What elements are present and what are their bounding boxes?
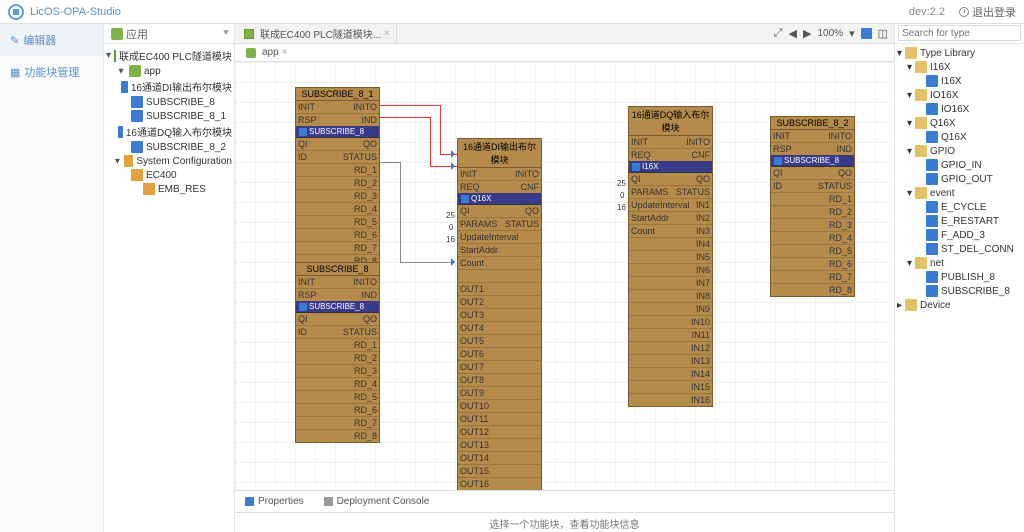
tree-collapse-icon[interactable]: ⯆ bbox=[222, 28, 230, 39]
rt-device[interactable]: ▸Device bbox=[897, 298, 1022, 312]
fb-title: SUBSCRIBE_8 bbox=[296, 263, 379, 276]
fb-i16x[interactable]: 16通道DQ输入布尔模块 INITINITO REQCNF I16X QIQO … bbox=[628, 106, 713, 407]
rt-i16x[interactable]: I16X bbox=[897, 74, 1022, 88]
rt-typelib[interactable]: ▾Type Library bbox=[897, 46, 1022, 60]
tree-row-root[interactable]: ▾联成EC400 PLC隧道模块组态 bbox=[106, 47, 232, 64]
rt-publish8[interactable]: PUBLISH_8 bbox=[897, 270, 1022, 284]
deploy-icon bbox=[324, 497, 333, 506]
tree-row-item-0[interactable]: 16通道DI输出布尔模块 bbox=[106, 78, 232, 95]
q16x-upd-value: 25 bbox=[446, 211, 455, 220]
rt-i16x-folder[interactable]: ▾I16X bbox=[897, 60, 1022, 74]
app-logo-icon bbox=[8, 4, 24, 20]
tree-header-label: 应用 bbox=[126, 26, 148, 42]
tree-row-sysconf[interactable]: ▾System Configuration bbox=[106, 154, 232, 168]
sub-tab-app[interactable]: app× bbox=[237, 46, 294, 59]
q16x-count-value: 16 bbox=[446, 235, 455, 244]
save-icon[interactable] bbox=[861, 28, 872, 39]
logout-icon bbox=[959, 7, 969, 17]
next-icon[interactable]: ▶ bbox=[803, 27, 811, 40]
nav-editor[interactable]: ✎编辑器 bbox=[0, 24, 103, 56]
rt-q16x-folder[interactable]: ▾Q16X bbox=[897, 116, 1022, 130]
logout-button[interactable]: 退出登录 bbox=[959, 4, 1016, 20]
zoom-label[interactable]: 100% bbox=[817, 28, 843, 39]
top-bar: LicOS-OPA-Studio dev:2.2 退出登录 bbox=[0, 0, 1024, 24]
expand-out-icon[interactable]: ⤢ bbox=[774, 27, 783, 40]
zoom-dropdown-icon[interactable]: ▾ bbox=[849, 27, 855, 40]
nav-fb-manage[interactable]: ▦功能块管理 bbox=[0, 56, 103, 88]
type-search-wrap bbox=[895, 24, 1024, 44]
tree-row-item-1[interactable]: SUBSCRIBE_8 bbox=[106, 95, 232, 109]
fb-q16x[interactable]: 16通道DI输出布尔模块 INITINITO REQCNF Q16X QIQO … bbox=[457, 138, 542, 490]
fb-type: SUBSCRIBE_8 bbox=[771, 155, 854, 167]
tab-deployment[interactable]: Deployment Console bbox=[314, 493, 440, 510]
fb-title: SUBSCRIBE_8_1 bbox=[296, 88, 379, 101]
tree-row-emb[interactable]: EMB_RES bbox=[106, 182, 232, 196]
tree-row-app[interactable]: ▾app bbox=[106, 64, 232, 78]
rt-event-folder[interactable]: ▾event bbox=[897, 186, 1022, 200]
rt-gpio-folder[interactable]: ▾GPIO bbox=[897, 144, 1022, 158]
rt-erestart[interactable]: E_RESTART bbox=[897, 214, 1022, 228]
fb-subscribe-8-1[interactable]: SUBSCRIBE_8_1 INITINITO RSPIND SUBSCRIBE… bbox=[295, 87, 380, 268]
tree-row-item-3[interactable]: 16通道DQ输入布尔模块 bbox=[106, 123, 232, 140]
fb-type: SUBSCRIBE_8 bbox=[296, 126, 379, 138]
app-title: LicOS-OPA-Studio bbox=[30, 6, 121, 18]
tree-row-ec400[interactable]: EC400 bbox=[106, 168, 232, 182]
fb-type: I16X bbox=[629, 161, 712, 173]
close-icon[interactable]: × bbox=[282, 47, 288, 58]
logout-label: 退出登录 bbox=[972, 4, 1016, 20]
left-nav: ✎编辑器 ▦功能块管理 bbox=[0, 24, 104, 532]
editor-tab-project[interactable]: 联成EC400 PLC隧道模块...× bbox=[235, 24, 397, 43]
fb-title: SUBSCRIBE_8_2 bbox=[771, 117, 854, 130]
status-bar: 选择一个功能块，查看功能块信息 bbox=[235, 512, 894, 532]
rt-io16x[interactable]: IO16X bbox=[897, 102, 1022, 116]
properties-icon bbox=[245, 497, 254, 506]
q16x-start-value: 0 bbox=[449, 223, 453, 232]
editor-main: 联成EC400 PLC隧道模块...× ⤢ ◀ ▶ 100% ▾ ◫ app× … bbox=[235, 24, 894, 532]
tab-properties[interactable]: Properties bbox=[235, 493, 314, 510]
tree-header: 应用 ⯆ bbox=[104, 24, 234, 44]
diagram-canvas[interactable]: SUBSCRIBE_8_1 INITINITO RSPIND SUBSCRIBE… bbox=[235, 62, 894, 490]
rt-gpioin[interactable]: GPIO_IN bbox=[897, 158, 1022, 172]
type-library-panel: ▾Type Library ▾I16X I16X ▾IO16X IO16X ▾Q… bbox=[894, 24, 1024, 532]
tree-row-item-2[interactable]: SUBSCRIBE_8_1 bbox=[106, 109, 232, 123]
editor-tabs: 联成EC400 PLC隧道模块...× ⤢ ◀ ▶ 100% ▾ ◫ bbox=[235, 24, 894, 44]
rt-q16x[interactable]: Q16X bbox=[897, 130, 1022, 144]
type-search-input[interactable] bbox=[898, 25, 1021, 41]
i16x-upd-value: 25 bbox=[617, 179, 626, 188]
fb-type: SUBSCRIBE_8 bbox=[296, 301, 379, 313]
i16x-count-value: 16 bbox=[617, 203, 626, 212]
fb-title: 16通道DI输出布尔模块 bbox=[458, 139, 541, 168]
i16x-start-value: 0 bbox=[620, 191, 624, 200]
rt-io16x-folder[interactable]: ▾IO16X bbox=[897, 88, 1022, 102]
rt-fadd3[interactable]: F_ADD_3 bbox=[897, 228, 1022, 242]
rt-stdelconn[interactable]: ST_DEL_CONN bbox=[897, 242, 1022, 256]
type-tree: ▾Type Library ▾I16X I16X ▾IO16X IO16X ▾Q… bbox=[895, 44, 1024, 314]
app-icon bbox=[111, 28, 123, 40]
project-tree: ▾联成EC400 PLC隧道模块组态 ▾app 16通道DI输出布尔模块 SUB… bbox=[104, 44, 234, 199]
fb-title: 16通道DQ输入布尔模块 bbox=[629, 107, 712, 136]
rt-gpioout[interactable]: GPIO_OUT bbox=[897, 172, 1022, 186]
rt-ecycle[interactable]: E_CYCLE bbox=[897, 200, 1022, 214]
fb-subscribe-8[interactable]: SUBSCRIBE_8 INITINITO RSPIND SUBSCRIBE_8… bbox=[295, 262, 380, 443]
rt-subscribe8[interactable]: SUBSCRIBE_8 bbox=[897, 284, 1022, 298]
fb-subscribe-8-2[interactable]: SUBSCRIBE_8_2 INITINITO RSPIND SUBSCRIBE… bbox=[770, 116, 855, 297]
close-icon[interactable]: × bbox=[384, 28, 390, 39]
bottom-tabs: Properties Deployment Console bbox=[235, 490, 894, 512]
tree-row-item-4[interactable]: SUBSCRIBE_8_2 bbox=[106, 140, 232, 154]
layout-icon[interactable]: ◫ bbox=[878, 27, 888, 40]
editor-sub-tabs: app× bbox=[235, 44, 894, 62]
rt-net-folder[interactable]: ▾net bbox=[897, 256, 1022, 270]
version-label: dev:2.2 bbox=[909, 6, 945, 18]
fb-type: Q16X bbox=[458, 193, 541, 205]
project-tree-panel: 应用 ⯆ ▾联成EC400 PLC隧道模块组态 ▾app 16通道DI输出布尔模… bbox=[104, 24, 235, 532]
prev-icon[interactable]: ◀ bbox=[789, 27, 797, 40]
